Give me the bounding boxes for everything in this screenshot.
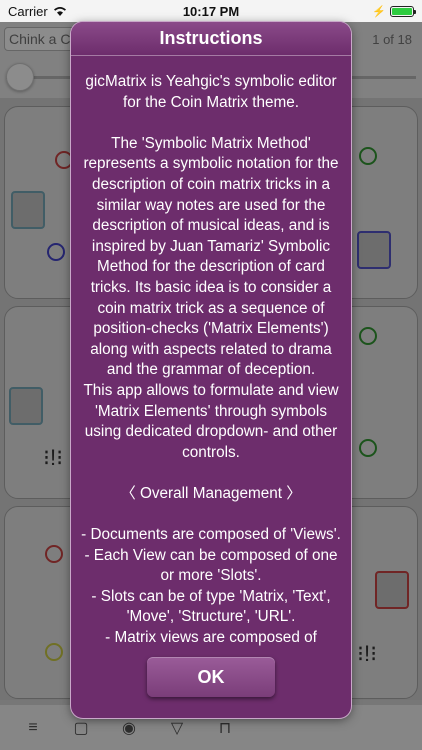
app-paragraph: This app allows to formulate and view 'M… xyxy=(83,381,339,461)
section-heading: 〈 Overall Management 〉 xyxy=(120,484,302,502)
list-item: - Slots can be of type 'Matrix, 'Text', … xyxy=(91,587,331,626)
list-item: - Documents are composed of 'Views'. xyxy=(81,526,341,544)
dialog-footer: OK xyxy=(71,636,351,718)
dialog-title: Instructions xyxy=(71,22,351,56)
battery-icon xyxy=(390,5,416,17)
status-bar: Carrier 10:17 PM ⚡ xyxy=(0,0,422,22)
wifi-icon xyxy=(53,4,67,19)
status-left: Carrier xyxy=(8,4,67,19)
status-time: 10:17 PM xyxy=(182,3,240,19)
charging-icon: ⚡ xyxy=(372,5,386,18)
method-paragraph: The 'Symbolic Matrix Method' represents … xyxy=(83,134,339,379)
instructions-dialog: Instructions gicMatrix is Yeahgic's symb… xyxy=(71,22,351,718)
status-right: ⚡ xyxy=(372,5,416,18)
list-item: - Each View can be composed of one or mo… xyxy=(84,546,338,585)
intro-paragraph: gicMatrix is Yeahgic's symbolic editor f… xyxy=(85,73,337,111)
dialog-body[interactable]: gicMatrix is Yeahgic's symbolic editor f… xyxy=(71,56,351,656)
carrier-label: Carrier xyxy=(8,3,48,19)
ok-button[interactable]: OK xyxy=(147,657,275,697)
